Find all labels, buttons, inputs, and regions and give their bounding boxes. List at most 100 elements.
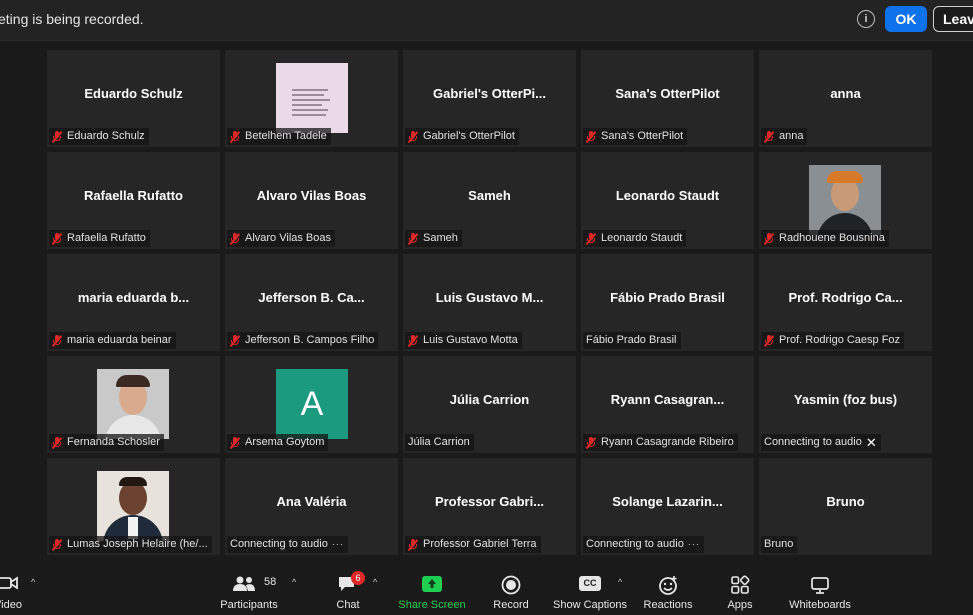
participant-tile[interactable]: Bruno Bruno (759, 458, 932, 555)
participant-tile[interactable]: Gabriel's OtterPi... Gabriel's OtterPilot (403, 50, 576, 147)
record-icon (501, 575, 521, 595)
participant-name-label: Fernanda Schosler (49, 434, 164, 451)
participant-name-text: Fernanda Schosler (67, 436, 160, 448)
share-screen-label: Share Screen (398, 599, 466, 611)
participant-name-text: Alvaro Vilas Boas (245, 232, 332, 244)
participants-button[interactable]: 58 Participants (216, 565, 282, 615)
participant-tile[interactable]: Yasmin (foz bus) Connecting to audio ✕ (759, 356, 932, 453)
participant-name-label: Connecting to audio ✕ (761, 434, 881, 451)
participant-tile[interactable]: maria eduarda b... maria eduarda beinar (47, 254, 220, 351)
participant-name-text: Sana's OtterPilot (601, 130, 684, 142)
captions-caret-icon[interactable]: ^ (618, 577, 622, 587)
chat-caret-icon[interactable]: ^ (373, 577, 377, 587)
participant-tile[interactable]: Rafaella Rufatto Rafaella Rufatto (47, 152, 220, 249)
show-captions-button[interactable]: CC Show Captions (552, 565, 628, 615)
participant-name-text: Fábio Prado Brasil (586, 334, 677, 346)
participant-tile[interactable]: Fernanda Schosler (47, 356, 220, 453)
participant-tile[interactable]: Betelhem Tadele (225, 50, 398, 147)
participant-name-text: Júlia Carrion (408, 436, 470, 448)
info-icon[interactable]: i (857, 10, 875, 28)
participant-tile[interactable]: anna anna (759, 50, 932, 147)
participants-icon (233, 576, 255, 591)
apps-button[interactable]: Apps (718, 565, 762, 615)
record-label: Record (493, 599, 529, 611)
participant-display-name: Gabriel's OtterPi... (433, 86, 546, 101)
participant-name-label: Luis Gustavo Motta (405, 332, 522, 349)
participant-tile[interactable]: Eduardo Schulz Eduardo Schulz (47, 50, 220, 147)
participant-name-label: Rafaella Rufatto (49, 230, 150, 247)
participant-avatar (97, 471, 169, 541)
leave-button[interactable]: Leave (933, 6, 973, 32)
participant-tile[interactable]: Júlia Carrion Júlia Carrion (403, 356, 576, 453)
participant-tile[interactable]: Professor Gabri... Professor Gabriel Terr… (403, 458, 576, 555)
muted-mic-icon (585, 436, 596, 449)
participant-display-name: Júlia Carrion (449, 392, 530, 407)
participant-name-text: Connecting to audio (764, 436, 862, 448)
muted-mic-icon (51, 436, 62, 449)
participant-tile[interactable]: Ryann Casagran... Ryann Casagrande Ribeir… (581, 356, 754, 453)
chat-label: Chat (336, 599, 360, 611)
reactions-button[interactable]: Reactions (640, 565, 696, 615)
muted-mic-icon (763, 334, 774, 347)
participant-tile[interactable]: Jefferson B. Ca... Jefferson B. Campos Fi… (225, 254, 398, 351)
muted-mic-icon (51, 538, 62, 551)
loading-dots-icon: ··· (687, 539, 700, 549)
participants-label: Participants (220, 599, 278, 611)
muted-mic-icon (585, 232, 596, 245)
participant-name-label: Júlia Carrion (405, 434, 474, 451)
participant-name-text: Jefferson B. Campos Filho (245, 334, 375, 346)
participant-name-label: Bruno (761, 536, 798, 553)
participant-name-text: Leonardo Staudt (601, 232, 683, 244)
participant-name-text: Ryann Casagrande Ribeiro (601, 436, 734, 448)
record-button[interactable]: Record (488, 565, 534, 615)
participant-tile[interactable]: Luis Gustavo M... Luis Gustavo Motta (403, 254, 576, 351)
participant-name-label: Prof. Rodrigo Caesp Foz (761, 332, 905, 349)
participant-name-text: Bruno (764, 538, 794, 550)
participant-display-name: Alvaro Vilas Boas (256, 188, 367, 203)
participant-tile[interactable]: Solange Lazarin... Connecting to audio ··· (581, 458, 754, 555)
meeting-toolbar: Video ^ 58 Participants ^ 6 Chat ^ Share… (0, 565, 973, 615)
muted-mic-icon (407, 130, 418, 143)
video-options-caret-icon[interactable]: ^ (31, 577, 35, 587)
chat-icon: 6 (337, 571, 365, 593)
reactions-label: Reactions (643, 599, 693, 611)
participant-tile[interactable]: Fábio Prado Brasil Fábio Prado Brasil (581, 254, 754, 351)
participant-name-label: Connecting to audio ··· (583, 536, 704, 553)
participant-name-label: Leonardo Staudt (583, 230, 687, 247)
chat-button[interactable]: 6 Chat (326, 565, 370, 615)
participant-avatar (276, 63, 348, 133)
participant-tile[interactable]: Radhouene Bousnina (759, 152, 932, 249)
participant-display-name: Ana Valéria (276, 494, 347, 509)
participant-tile[interactable]: Prof. Rodrigo Ca... Prof. Rodrigo Caesp F… (759, 254, 932, 351)
video-label: Video (0, 599, 22, 611)
participant-tile[interactable]: Leonardo Staudt Leonardo Staudt (581, 152, 754, 249)
captions-icon: CC (579, 576, 601, 591)
whiteboard-icon (811, 577, 829, 594)
muted-mic-icon (407, 538, 418, 551)
muted-mic-icon (229, 232, 240, 245)
show-captions-label: Show Captions (553, 599, 627, 611)
participant-name-text: Gabriel's OtterPilot (423, 130, 515, 142)
participant-tile[interactable]: Sana's OtterPilot Sana's OtterPilot (581, 50, 754, 147)
participant-name-label: Alvaro Vilas Boas (227, 230, 336, 247)
participant-name-label: Jefferson B. Campos Filho (227, 332, 379, 349)
participant-tile[interactable]: Alvaro Vilas Boas Alvaro Vilas Boas (225, 152, 398, 249)
apps-icon (731, 575, 750, 594)
whiteboards-button[interactable]: Whiteboards (786, 565, 854, 615)
video-button[interactable]: Video (0, 565, 30, 615)
close-icon[interactable]: ✕ (866, 434, 877, 451)
participant-tile[interactable]: Ana Valéria Connecting to audio ··· (225, 458, 398, 555)
participant-display-name: Luis Gustavo M... (435, 290, 544, 305)
participant-avatar (97, 369, 169, 439)
participant-name-label: maria eduarda beinar (49, 332, 176, 349)
participant-tile[interactable]: A Arsema Goytom (225, 356, 398, 453)
participant-display-name: Professor Gabri... (434, 494, 545, 509)
share-screen-button[interactable]: Share Screen (396, 565, 468, 615)
apps-label: Apps (727, 599, 753, 611)
participant-tile[interactable]: Sameh Sameh (403, 152, 576, 249)
participant-tile[interactable]: Lumas Joseph Helaire (he/... (47, 458, 220, 555)
participant-name-label: Radhouene Bousnina (761, 230, 889, 247)
participant-display-name: Rafaella Rufatto (84, 188, 183, 203)
ok-button[interactable]: OK (885, 6, 927, 32)
participants-caret-icon[interactable]: ^ (292, 577, 296, 587)
